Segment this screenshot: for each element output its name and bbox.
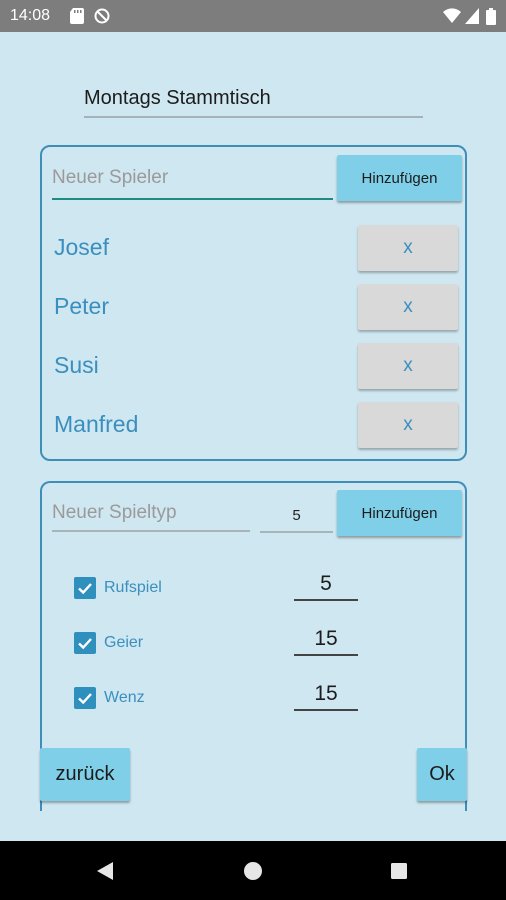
remove-player-button[interactable]: x — [358, 225, 458, 271]
game-type-checkbox[interactable] — [74, 687, 96, 709]
player-row: Josef x — [42, 225, 465, 271]
players-card: Neuer Spieler Hinzufügen Josef x Peter x… — [40, 145, 467, 461]
status-time: 14:08 — [10, 7, 51, 24]
player-row: Manfred x — [42, 402, 465, 448]
status-bar: 14:08 — [0, 0, 506, 32]
game-type-points-input[interactable]: 15 — [294, 624, 358, 656]
check-icon — [78, 693, 92, 705]
wifi-icon — [443, 8, 461, 29]
navigation-bar — [0, 841, 506, 900]
player-name: Peter — [54, 293, 109, 319]
new-player-input[interactable]: Neuer Spieler — [52, 167, 333, 200]
player-name: Susi — [54, 352, 99, 378]
remove-player-button[interactable]: x — [358, 343, 458, 389]
player-name: Manfred — [54, 411, 139, 437]
game-type-points-input[interactable]: 15 — [294, 679, 358, 711]
new-game-type-points-input[interactable]: 5 — [260, 507, 333, 533]
game-type-row: Rufspiel 5 — [42, 569, 465, 609]
group-name-field[interactable]: Montags Stammtisch — [84, 86, 423, 118]
no-disturb-icon — [94, 8, 110, 29]
new-game-type-input[interactable]: Neuer Spieltyp — [52, 502, 250, 532]
sd-card-icon — [70, 8, 84, 29]
player-name: Josef — [54, 234, 109, 260]
app-content: Montags Stammtisch Neuer Spieler Hinzufü… — [0, 32, 506, 841]
remove-player-button[interactable]: x — [358, 402, 458, 448]
game-type-name: Geier — [104, 634, 144, 651]
home-nav-icon[interactable] — [244, 862, 262, 885]
game-type-row: Wenz 15 — [42, 679, 465, 719]
game-type-name: Rufspiel — [104, 579, 162, 596]
check-icon — [78, 583, 92, 595]
player-row: Peter x — [42, 284, 465, 330]
game-type-checkbox[interactable] — [74, 577, 96, 599]
recents-nav-icon[interactable] — [391, 863, 407, 884]
game-type-points-input[interactable]: 5 — [294, 569, 358, 601]
game-type-checkbox[interactable] — [74, 632, 96, 654]
add-game-type-button[interactable]: Hinzufügen — [337, 490, 462, 536]
battery-icon — [486, 8, 496, 30]
back-nav-icon[interactable] — [96, 861, 114, 886]
check-icon — [78, 638, 92, 650]
ok-button[interactable]: Ok — [417, 748, 467, 801]
player-row: Susi x — [42, 343, 465, 389]
add-player-button[interactable]: Hinzufügen — [337, 155, 462, 201]
back-button[interactable]: zurück — [40, 748, 130, 801]
game-type-row: Geier 15 — [42, 624, 465, 664]
remove-player-button[interactable]: x — [358, 284, 458, 330]
signal-icon — [465, 8, 479, 29]
game-type-name: Wenz — [104, 689, 145, 706]
